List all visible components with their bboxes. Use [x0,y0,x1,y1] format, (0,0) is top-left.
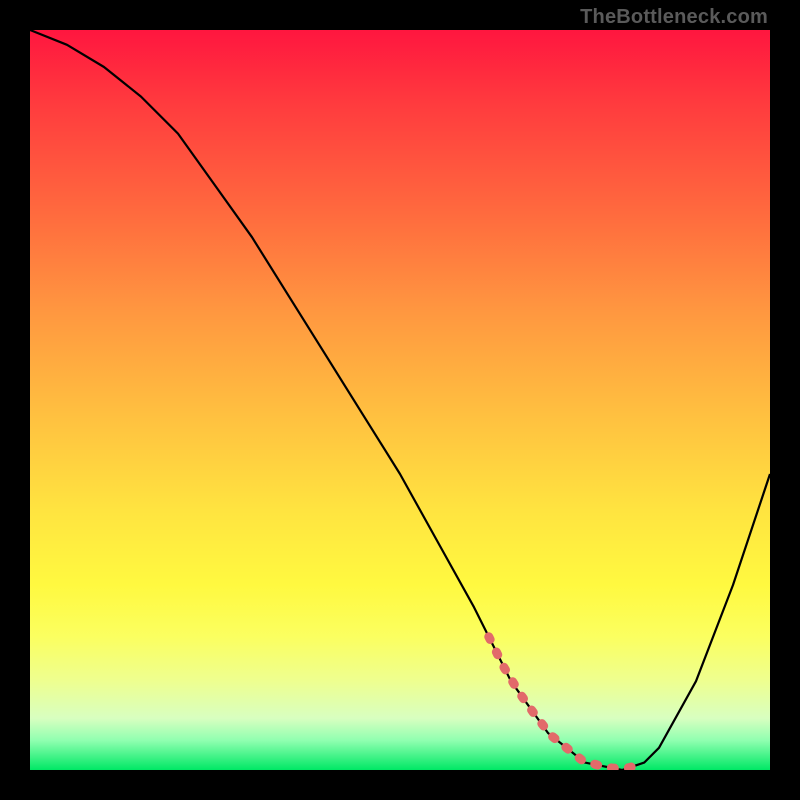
optimal-band [30,30,770,770]
plot-area [30,30,770,770]
chart-frame: TheBottleneck.com [0,0,800,800]
watermark-text: TheBottleneck.com [580,6,768,29]
